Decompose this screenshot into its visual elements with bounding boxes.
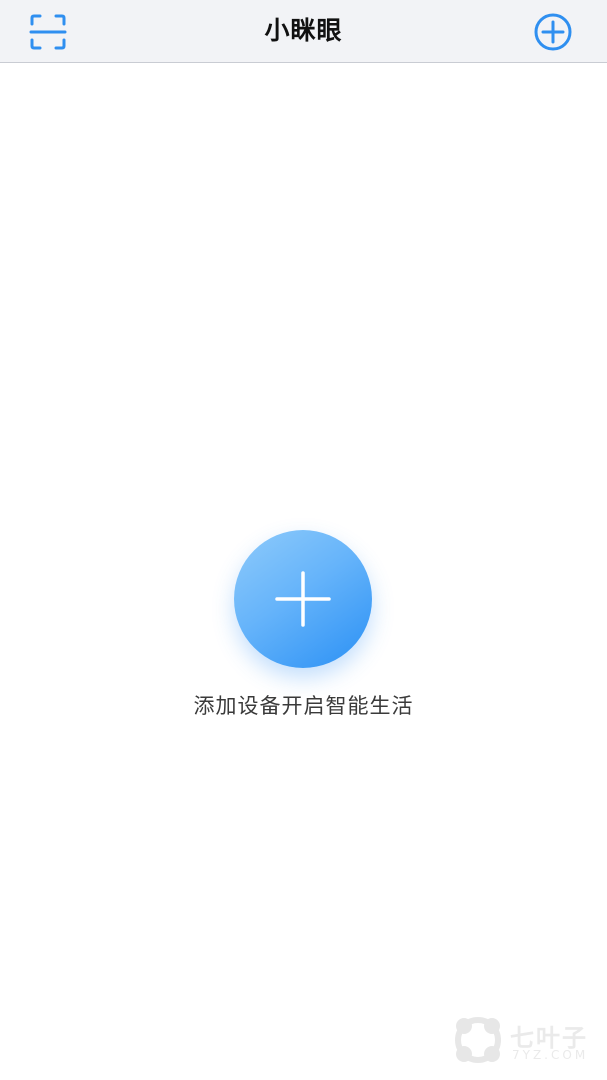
page-title: 小眯眼 (264, 16, 343, 45)
leaf-logo-icon (455, 1017, 501, 1063)
watermark-logo: 七叶子 7YZ.COM (450, 1010, 600, 1072)
empty-state-message: 添加设备开启智能生活 (193, 694, 414, 718)
add-device-button[interactable] (234, 530, 372, 668)
navigation-bar: 小眯眼 (0, 0, 607, 63)
add-circle-icon (534, 13, 572, 51)
add-device-top-button[interactable] (532, 11, 574, 53)
plus-icon (275, 571, 331, 627)
watermark-text-en: 7YZ.COM (512, 1048, 589, 1062)
